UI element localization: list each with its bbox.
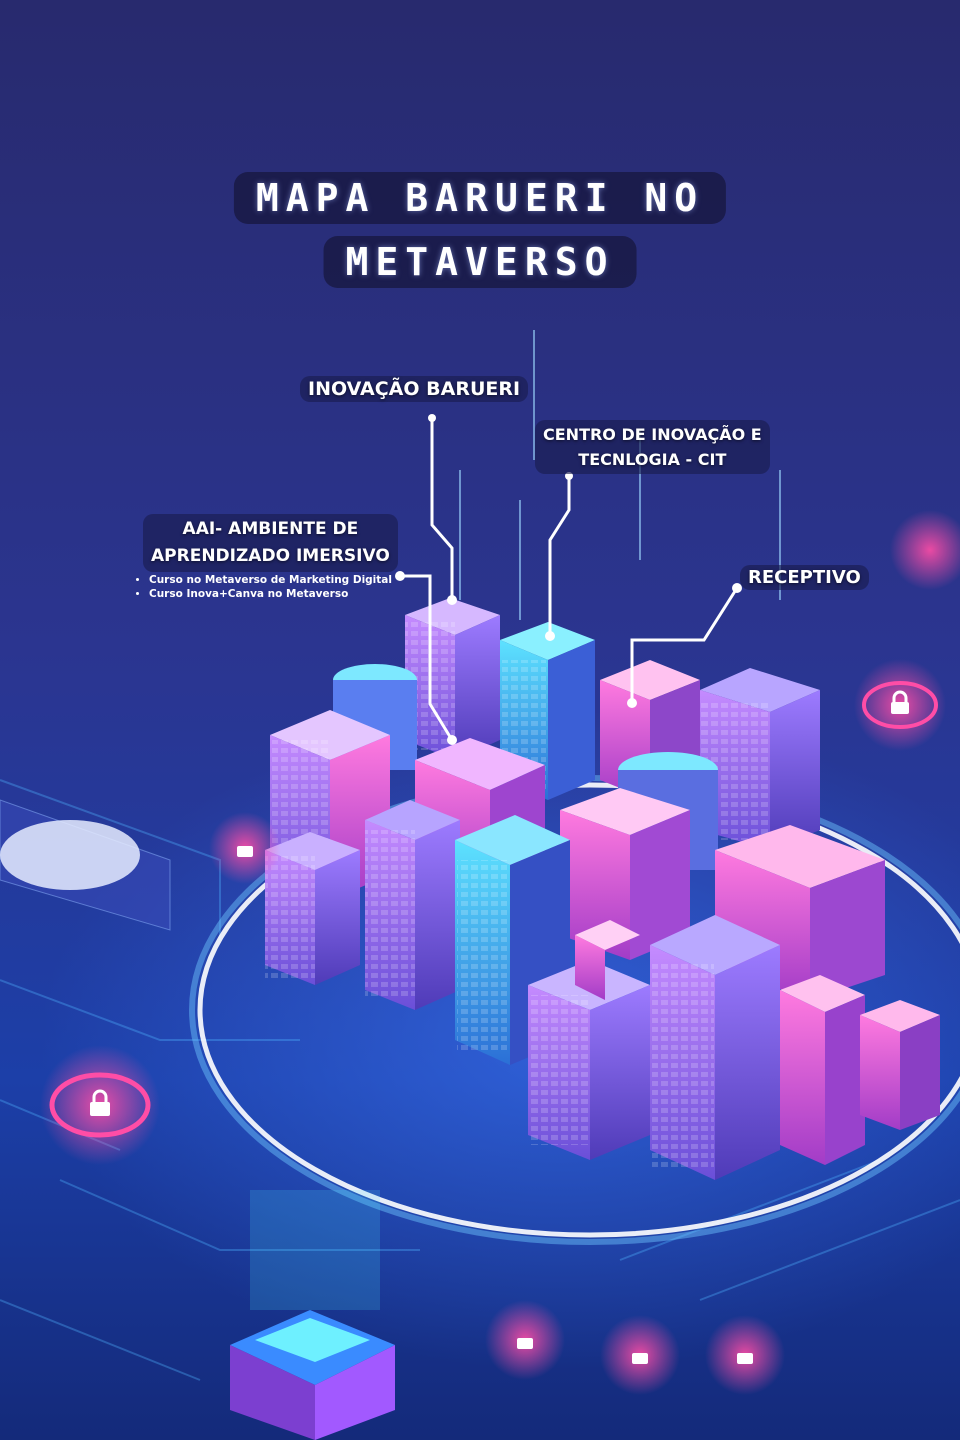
cit-label-line-1: CENTRO DE INOVAÇÃO E xyxy=(543,425,762,444)
label-receptivo[interactable]: RECEPTIVO xyxy=(740,565,869,590)
label-inovacao-barueri[interactable]: INOVAÇÃO BARUERI xyxy=(300,376,529,402)
page-title-line-2: METAVERSO xyxy=(323,236,637,288)
label-centro-inovacao-cit[interactable]: CENTRO DE INOVAÇÃO E TECNLOGIA - CIT xyxy=(535,420,770,474)
page-title-line-1: MAPA BARUERI NO xyxy=(233,172,727,224)
cit-label-line-2: TECNLOGIA - CIT xyxy=(578,450,727,469)
aai-course-list: Curso no Metaverso de Marketing Digital … xyxy=(135,573,392,601)
label-aai-ambiente[interactable]: AAI- AMBIENTE DE APRENDIZADO IMERSIVO xyxy=(143,514,398,572)
aai-label-line-1: AAI- AMBIENTE DE xyxy=(182,519,359,539)
course-item[interactable]: Curso no Metaverso de Marketing Digital xyxy=(149,573,392,587)
course-item[interactable]: Curso Inova+Canva no Metaverso xyxy=(149,587,392,601)
aai-label-line-2: APRENDIZADO IMERSIVO xyxy=(151,546,390,566)
